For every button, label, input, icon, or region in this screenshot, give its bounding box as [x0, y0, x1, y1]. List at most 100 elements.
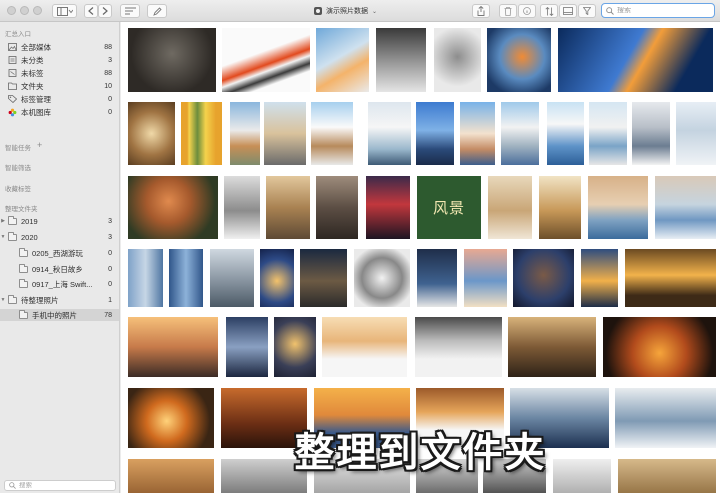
sidebar-item-tag-management[interactable]: 标签管理 0 [0, 93, 119, 105]
delete-button[interactable] [499, 4, 517, 18]
photo-thumbnail[interactable] [230, 102, 260, 165]
folder-item-shanghai[interactable]: 0917_上海 Swift... 0 [0, 278, 119, 290]
photo-thumbnail[interactable] [260, 249, 294, 307]
photo-thumbnail[interactable] [501, 102, 539, 165]
photo-thumbnail[interactable] [366, 176, 410, 239]
photo-thumbnail[interactable] [588, 176, 648, 239]
photo-thumbnail[interactable] [460, 102, 495, 165]
photo-thumbnail[interactable] [316, 176, 358, 239]
photo-thumbnail[interactable] [483, 459, 546, 493]
folder-item-autumn[interactable]: 0914_秋日故乡 0 [0, 263, 119, 275]
photo-thumbnail[interactable] [553, 459, 611, 493]
photo-thumbnail[interactable] [221, 459, 307, 493]
photo-thumbnail[interactable]: 风景 [417, 176, 481, 239]
sidebar-search-input[interactable] [19, 482, 109, 489]
sidebar-search-field[interactable] [4, 480, 116, 491]
sidebar-item-local-library[interactable]: 本机图库 0 [0, 106, 119, 118]
photo-thumbnail[interactable] [354, 249, 410, 307]
sidebar-item-all-media[interactable]: 全部媒体 88 [0, 41, 119, 53]
photo-thumbnail[interactable] [274, 317, 316, 377]
photo-thumbnail[interactable] [632, 102, 670, 165]
photo-thumbnail[interactable] [128, 317, 218, 377]
toolbar-search-field[interactable] [601, 3, 715, 18]
photo-thumbnail[interactable] [226, 317, 268, 377]
photo-thumbnail[interactable] [615, 388, 716, 448]
photo-thumbnail[interactable] [464, 249, 507, 307]
photo-thumbnail[interactable] [508, 317, 596, 377]
photo-thumbnail[interactable] [487, 28, 551, 92]
photo-thumbnail[interactable] [655, 176, 716, 239]
sort-menu-button[interactable] [120, 4, 140, 18]
photo-thumbnail[interactable] [314, 388, 410, 448]
view-mode-button[interactable] [559, 4, 577, 18]
photo-thumbnail[interactable] [128, 28, 216, 92]
photo-thumbnail[interactable] [510, 388, 609, 448]
minimize-window-button[interactable] [20, 6, 29, 15]
photo-thumbnail[interactable] [128, 388, 214, 448]
folder-item-xihu[interactable]: 0205_西湖游玩 0 [0, 247, 119, 259]
photo-thumbnail[interactable] [128, 249, 163, 307]
folder-item-2019[interactable]: ▶ 2019 3 [0, 215, 119, 227]
photo-thumbnail[interactable] [376, 28, 426, 92]
photo-thumbnail[interactable] [416, 102, 454, 165]
zoom-window-button[interactable] [33, 6, 42, 15]
photo-thumbnail[interactable] [128, 459, 214, 493]
sort-order-button[interactable] [540, 4, 558, 18]
photo-thumbnail[interactable] [224, 176, 260, 239]
close-window-button[interactable] [7, 6, 16, 15]
smart-tasks-section-title: 智能任务 [5, 145, 31, 152]
photo-thumbnail[interactable] [314, 459, 410, 493]
photo-thumbnail[interactable] [676, 102, 716, 165]
folder-item-to-organize[interactable]: ▼ 待整理照片 1 [0, 294, 119, 306]
sidebar-item-untagged[interactable]: 未标签 88 [0, 67, 119, 79]
photo-thumbnail[interactable] [221, 388, 307, 448]
photo-thumbnail[interactable] [316, 28, 369, 92]
document-title[interactable]: 演示照片数据 ⌄ [314, 4, 377, 18]
photo-thumbnail[interactable] [264, 102, 306, 165]
sidebar-item-label: 本机图库 [21, 107, 51, 117]
photo-thumbnail[interactable] [181, 102, 222, 165]
filter-button[interactable] [578, 4, 596, 18]
photo-thumbnail[interactable] [210, 249, 254, 307]
photo-thumbnail[interactable] [581, 249, 618, 307]
photo-thumbnail[interactable] [169, 249, 203, 307]
info-button[interactable] [518, 4, 536, 18]
folder-item-phone-photos[interactable]: 手机中的照片 78 [0, 309, 119, 321]
sidebar-item-folders[interactable]: 文件夹 10 [0, 80, 119, 92]
forward-button[interactable] [98, 4, 112, 18]
photo-thumbnail[interactable] [547, 102, 584, 165]
edit-button[interactable] [147, 4, 167, 18]
toolbar-search-input[interactable] [617, 7, 707, 14]
disclosure-down-icon[interactable]: ▼ [0, 234, 6, 240]
photo-thumbnail[interactable] [589, 102, 627, 165]
disclosure-down-icon[interactable]: ▼ [0, 297, 6, 303]
photo-thumbnail[interactable] [558, 28, 713, 92]
photo-thumbnail[interactable] [618, 459, 716, 493]
photo-thumbnail[interactable] [222, 28, 310, 92]
photo-thumbnail[interactable] [322, 317, 407, 377]
share-button[interactable] [472, 4, 490, 18]
folder-item-2020[interactable]: ▼ 2020 3 [0, 231, 119, 243]
photo-thumbnail[interactable] [415, 317, 502, 377]
photo-thumbnail[interactable] [266, 176, 310, 239]
photo-thumbnail[interactable] [368, 102, 411, 165]
photo-thumbnail[interactable] [417, 249, 457, 307]
photo-thumbnail[interactable] [625, 249, 716, 307]
disclosure-right-icon[interactable]: ▶ [0, 218, 6, 224]
back-button[interactable] [84, 4, 98, 18]
sidebar-toggle-button[interactable] [52, 4, 77, 18]
photo-thumbnail[interactable] [416, 459, 478, 493]
photo-thumbnail[interactable] [311, 102, 353, 165]
add-smart-task-button[interactable]: + [37, 141, 42, 150]
photo-thumbnail[interactable] [300, 249, 347, 307]
share-icon [477, 6, 485, 16]
sidebar-item-uncategorized[interactable]: 未分类 3 [0, 54, 119, 66]
photo-thumbnail[interactable] [539, 176, 581, 239]
photo-thumbnail[interactable] [128, 176, 218, 239]
photo-thumbnail[interactable] [128, 102, 175, 165]
photo-thumbnail[interactable] [488, 176, 532, 239]
photo-thumbnail[interactable] [434, 28, 481, 92]
photo-thumbnail[interactable] [416, 388, 504, 448]
photo-thumbnail[interactable] [513, 249, 574, 307]
photo-thumbnail[interactable] [603, 317, 716, 377]
